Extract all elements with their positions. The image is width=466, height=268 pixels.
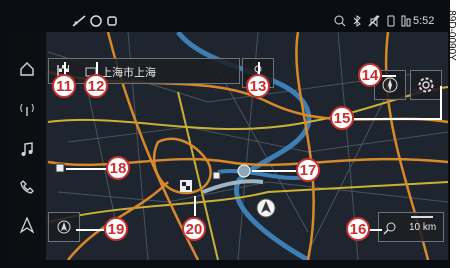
home-icon[interactable] — [12, 54, 42, 84]
figure-code-strip: 89D-0090Y — [446, 0, 466, 268]
figure-code: 89D-0090Y — [445, 10, 457, 61]
callout-15: 15 — [330, 106, 354, 130]
callout-19: 19 — [104, 217, 128, 241]
wifi-icon — [90, 13, 102, 29]
waypoint-marker[interactable] — [55, 163, 65, 173]
phone-icon[interactable] — [12, 172, 42, 202]
mute-icon — [368, 13, 380, 29]
callout-17: 17 — [296, 158, 320, 182]
main-menu-sidebar — [8, 32, 46, 260]
leader-line — [76, 229, 104, 231]
leader-line — [382, 75, 396, 77]
center-position-button[interactable] — [48, 212, 80, 242]
zoom-scale-control[interactable]: 10 km — [378, 212, 444, 242]
callout-20: 20 — [182, 217, 206, 241]
scale-bar — [411, 216, 433, 218]
clock: 5:52 — [413, 15, 435, 27]
leader-line — [66, 168, 106, 170]
leader-line — [252, 170, 296, 172]
phone-icon — [386, 13, 396, 29]
zoom-icon — [383, 221, 397, 235]
sound-icon — [401, 13, 411, 29]
callout-13: 13 — [246, 74, 270, 98]
destination-bar[interactable]: 上海市上海 — [48, 58, 240, 84]
callout-18: 18 — [106, 156, 130, 180]
map-settings-button[interactable] — [410, 70, 442, 100]
poi-marker[interactable] — [237, 164, 251, 178]
destination-flag-icon[interactable] — [180, 180, 192, 192]
nav-arrow-icon — [334, 13, 346, 29]
status-bar: 5:52 — [8, 10, 448, 32]
waypoint-marker[interactable] — [212, 171, 221, 180]
map-screen: 上海市上海 10 km — [8, 32, 448, 260]
radio-icon[interactable] — [12, 94, 42, 124]
traffic-icon — [106, 13, 118, 29]
nav-screen-figure: 5:52 上海市上海 10 km 11 12 13 14 15 16 17 18… — [0, 0, 466, 268]
leader-line — [354, 118, 442, 120]
callout-11: 11 — [52, 74, 76, 98]
location-icon — [57, 220, 71, 234]
destination-text: 上海市上海 — [101, 66, 156, 79]
bluetooth-icon — [352, 13, 362, 29]
nav-arrow-icon[interactable] — [12, 210, 42, 240]
leader-line — [440, 86, 442, 120]
vehicle-position-icon — [256, 198, 276, 218]
gear-icon — [418, 77, 434, 93]
leader-line — [370, 229, 382, 231]
scale-label: 10 km — [409, 222, 437, 233]
callout-14: 14 — [358, 63, 382, 87]
signal-icon — [72, 13, 86, 29]
compass-icon — [382, 77, 398, 93]
callout-16: 16 — [346, 217, 370, 241]
music-icon[interactable] — [12, 134, 42, 164]
leader-line — [194, 196, 196, 216]
callout-12: 12 — [84, 74, 108, 98]
